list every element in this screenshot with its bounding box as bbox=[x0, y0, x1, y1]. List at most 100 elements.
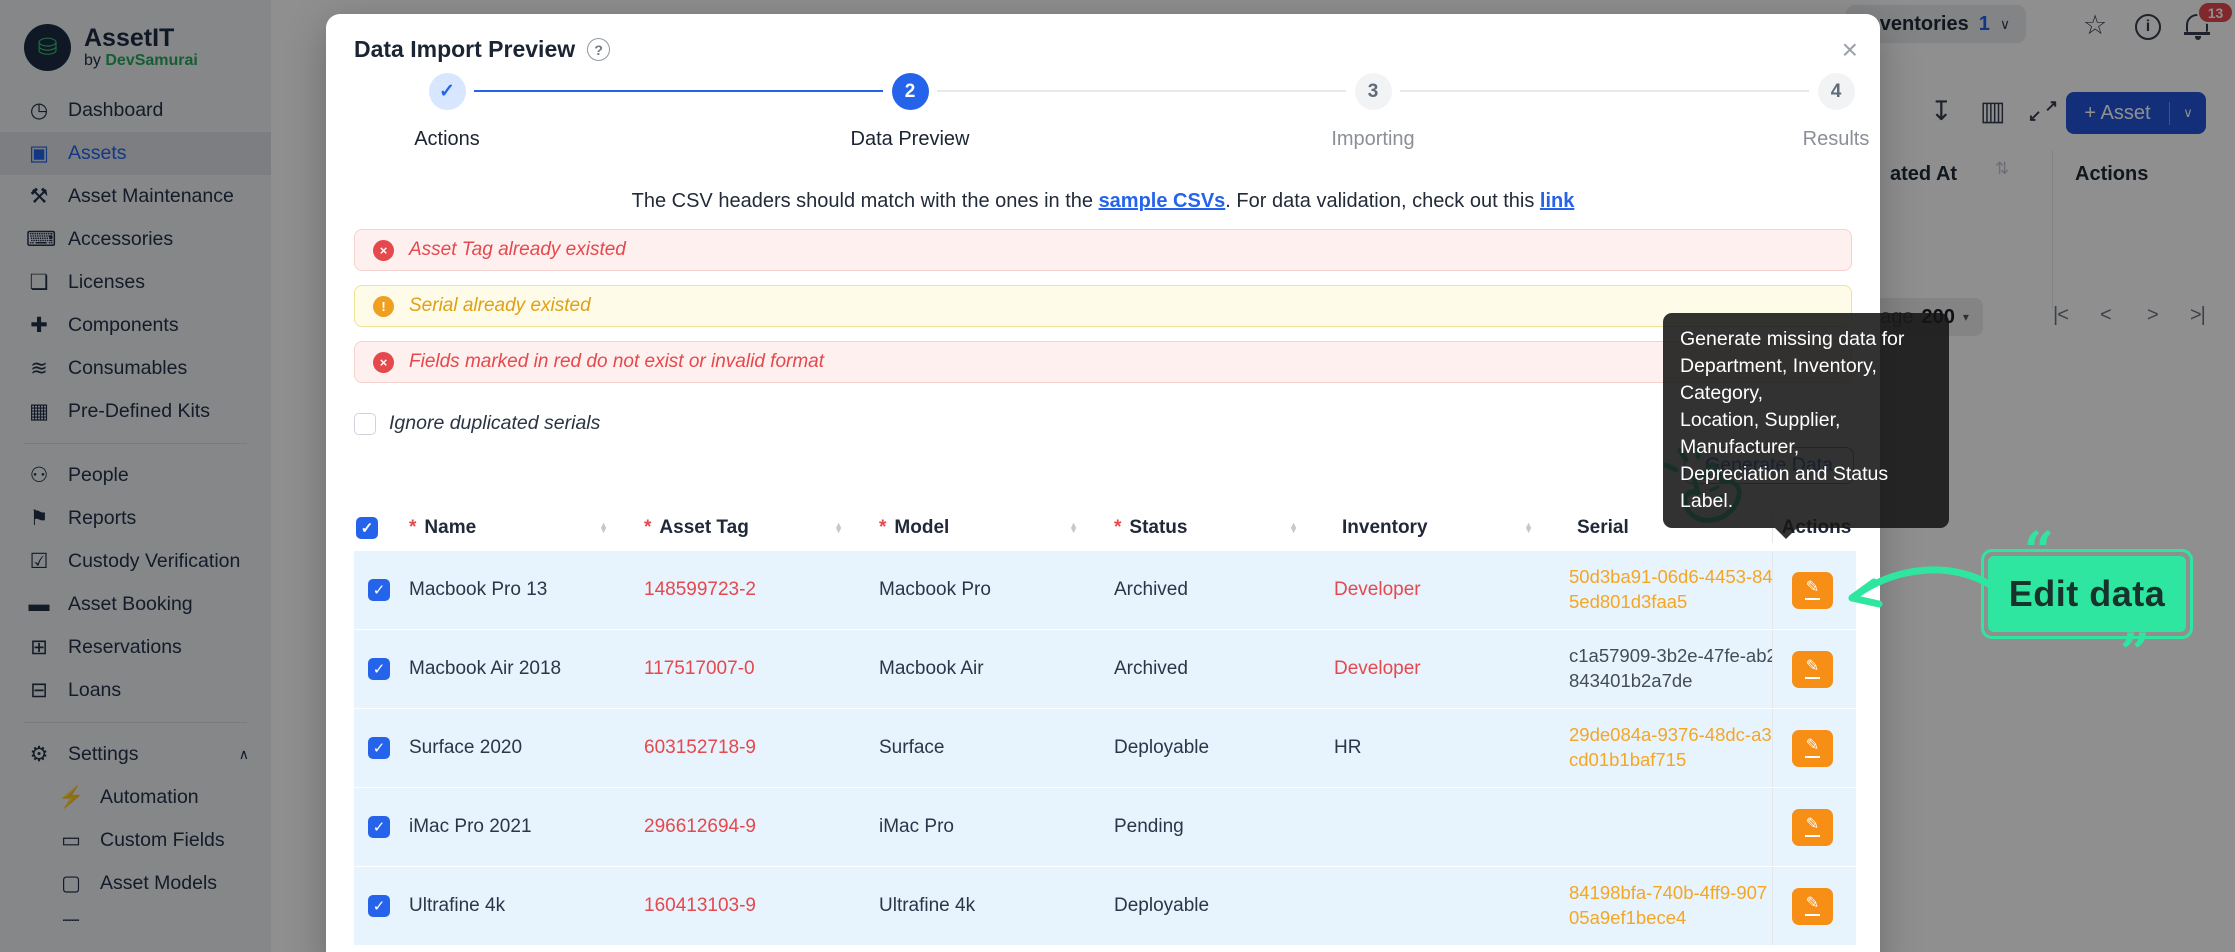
pencil-icon: ✎ bbox=[1806, 896, 1819, 912]
sample-csvs-link[interactable]: sample CSVs bbox=[1099, 190, 1226, 212]
name-cell: iMac Pro 2021 bbox=[395, 788, 630, 866]
sort-carets-icon[interactable]: ▲▼ bbox=[599, 523, 608, 533]
alert-banner: × Asset Tag already existed bbox=[354, 229, 1852, 271]
table-row: ✓ iMac Pro 2021 296612694-9 iMac Pro Pen… bbox=[354, 788, 1856, 867]
edit-row-button[interactable]: ✎ bbox=[1792, 888, 1833, 925]
alert-text: Fields marked in red do not exist or inv… bbox=[409, 351, 824, 373]
inventory-cell: Developer bbox=[1320, 630, 1555, 708]
table-row: ✓ Surface 2020 603152718-9 Surface Deplo… bbox=[354, 709, 1856, 788]
tooltip-line: Department, Inventory, Category, bbox=[1680, 353, 1932, 407]
alert-icon: × bbox=[373, 240, 394, 261]
pencil-icon: ✎ bbox=[1806, 659, 1819, 675]
status-cell: Archived bbox=[1100, 551, 1320, 629]
select-all-checkbox[interactable]: ✓ bbox=[356, 517, 378, 539]
table-row: ✓ Macbook Air 2018 117517007-0 Macbook A… bbox=[354, 630, 1856, 709]
step-circle: ✓ bbox=[429, 73, 466, 110]
edit-data-arrow bbox=[1834, 556, 1998, 628]
required-asterisk: * bbox=[644, 517, 651, 539]
row-checkbox[interactable]: ✓ bbox=[368, 816, 390, 838]
tooltip-line: Location, Supplier, Manufacturer, bbox=[1680, 407, 1932, 461]
serial-cell: 29de084a-9376-48dc-a3cd01b1baf715 bbox=[1569, 723, 1772, 773]
alerts: × Asset Tag already existed ! Serial alr… bbox=[354, 229, 1852, 383]
edit-row-button[interactable]: ✎ bbox=[1792, 809, 1833, 846]
row-checkbox[interactable]: ✓ bbox=[368, 895, 390, 917]
step-data-preview: 2 Data Preview bbox=[800, 54, 1020, 151]
required-asterisk: * bbox=[1114, 517, 1121, 539]
edit-row-button[interactable]: ✎ bbox=[1792, 730, 1833, 767]
preview-table: ✓ * Name ▲▼ * Asset Tag ▲▼ * Mode bbox=[354, 505, 1856, 946]
column-header-label: Model bbox=[894, 517, 949, 539]
status-cell: Deployable bbox=[1100, 867, 1320, 945]
step-circle: 4 bbox=[1818, 73, 1855, 110]
required-asterisk: * bbox=[879, 517, 886, 539]
name-cell: Macbook Pro 13 bbox=[395, 551, 630, 629]
row-checkbox[interactable]: ✓ bbox=[368, 658, 390, 680]
validation-link[interactable]: link bbox=[1540, 190, 1574, 212]
status-cell: Deployable bbox=[1100, 709, 1320, 787]
edit-row-button[interactable]: ✎ bbox=[1792, 651, 1833, 688]
name-cell: Macbook Air 2018 bbox=[395, 630, 630, 708]
column-header[interactable]: * Name ▲▼ bbox=[395, 513, 630, 543]
model-cell: iMac Pro bbox=[865, 788, 1100, 866]
edit-data-callout: “ Edit data ” bbox=[1988, 556, 2186, 632]
column-header[interactable]: Inventory ▲▼ bbox=[1320, 513, 1555, 543]
inventory-cell bbox=[1320, 867, 1555, 945]
tooltip-line: Generate missing data for bbox=[1680, 326, 1932, 353]
generate-data-tooltip: Generate missing data forDepartment, Inv… bbox=[1663, 313, 1949, 528]
row-checkbox[interactable]: ✓ bbox=[368, 737, 390, 759]
step-results: 4 Results bbox=[1726, 54, 1946, 151]
tooltip-line: Depreciation and Status Label. bbox=[1680, 461, 1932, 515]
inventory-cell: HR bbox=[1320, 709, 1555, 787]
required-asterisk: * bbox=[409, 517, 416, 539]
step-label: Importing bbox=[1263, 128, 1483, 151]
model-cell: Macbook Pro bbox=[865, 551, 1100, 629]
table-header-row: ✓ * Name ▲▼ * Asset Tag ▲▼ * Mode bbox=[354, 505, 1856, 551]
inventory-cell bbox=[1320, 788, 1555, 866]
import-stepper: ✓ Actions 2 Data Preview 3 Importing 4 R… bbox=[354, 54, 1852, 170]
status-cell: Archived bbox=[1100, 630, 1320, 708]
table-body: ✓ Macbook Pro 13 148599723-2 Macbook Pro… bbox=[354, 551, 1856, 946]
column-header-label: Name bbox=[424, 517, 476, 539]
step-circle: 3 bbox=[1355, 73, 1392, 110]
model-cell: Ultrafine 4k bbox=[865, 867, 1100, 945]
column-header-label: Asset Tag bbox=[659, 517, 748, 539]
sort-carets-icon[interactable]: ▲▼ bbox=[834, 523, 843, 533]
csv-note: The CSV headers should match with the on… bbox=[354, 190, 1852, 213]
alert-text: Serial already existed bbox=[409, 295, 591, 317]
step-importing: 3 Importing bbox=[1263, 54, 1483, 151]
ignore-duplicated-serials-label: Ignore duplicated serials bbox=[389, 412, 600, 435]
asset-tag-cell: 296612694-9 bbox=[630, 788, 865, 866]
step-label: Data Preview bbox=[800, 128, 1020, 151]
step-label: Actions bbox=[337, 128, 557, 151]
edit-row-button[interactable]: ✎ bbox=[1792, 572, 1833, 609]
serial-cell: c1a57909-3b2e-47fe-ab2843401b2a7de bbox=[1569, 644, 1772, 694]
column-header-label: Inventory bbox=[1342, 517, 1428, 539]
serial-cell: 50d3ba91-06d6-4453-845ed801d3faa5 bbox=[1569, 565, 1772, 615]
alert-banner: ! Serial already existed bbox=[354, 285, 1852, 327]
step-circle: 2 bbox=[892, 73, 929, 110]
model-cell: Macbook Air bbox=[865, 630, 1100, 708]
alert-icon: × bbox=[373, 352, 394, 373]
alert-text: Asset Tag already existed bbox=[409, 239, 626, 261]
table-row: ✓ Macbook Pro 13 148599723-2 Macbook Pro… bbox=[354, 551, 1856, 630]
pencil-icon: ✎ bbox=[1806, 580, 1819, 596]
sort-carets-icon[interactable]: ▲▼ bbox=[1069, 523, 1078, 533]
column-header[interactable]: * Status ▲▼ bbox=[1100, 513, 1320, 543]
alert-banner: × Fields marked in red do not exist or i… bbox=[354, 341, 1852, 383]
sort-carets-icon[interactable]: ▲▼ bbox=[1289, 523, 1298, 533]
name-cell: Surface 2020 bbox=[395, 709, 630, 787]
sort-carets-icon[interactable]: ▲▼ bbox=[1524, 523, 1533, 533]
column-header[interactable]: * Model ▲▼ bbox=[865, 513, 1100, 543]
step-label: Results bbox=[1726, 128, 1946, 151]
asset-tag-cell: 160413103-9 bbox=[630, 867, 865, 945]
row-checkbox[interactable]: ✓ bbox=[368, 579, 390, 601]
alert-icon: ! bbox=[373, 296, 394, 317]
column-header[interactable]: * Asset Tag ▲▼ bbox=[630, 513, 865, 543]
ignore-duplicated-serials-checkbox[interactable] bbox=[354, 413, 376, 435]
model-cell: Surface bbox=[865, 709, 1100, 787]
pencil-icon: ✎ bbox=[1806, 817, 1819, 833]
column-header-label: Status bbox=[1129, 517, 1187, 539]
column-header-label: Serial bbox=[1577, 517, 1629, 539]
step-actions: ✓ Actions bbox=[337, 54, 557, 151]
name-cell: Ultrafine 4k bbox=[395, 867, 630, 945]
